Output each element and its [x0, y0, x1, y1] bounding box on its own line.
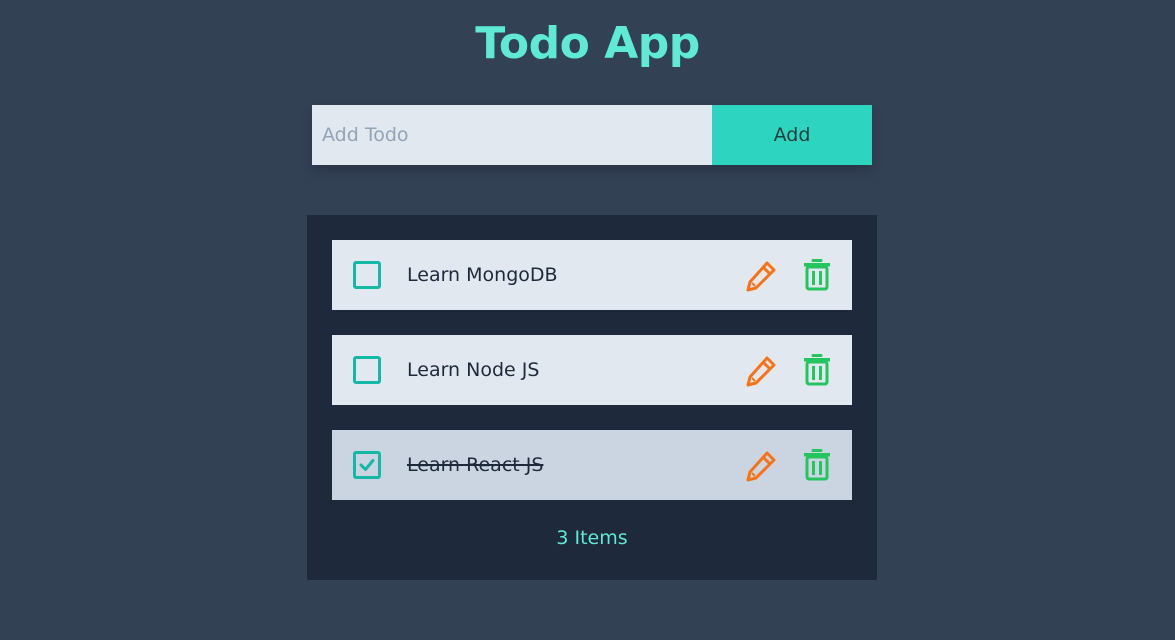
add-todo-input[interactable] [312, 105, 712, 165]
trash-icon[interactable] [803, 449, 831, 481]
checkbox-icon[interactable] [353, 261, 381, 289]
add-button[interactable]: Add [712, 105, 872, 165]
pencil-icon[interactable] [744, 449, 778, 483]
checkbox-icon[interactable] [353, 451, 381, 479]
todo-text: Learn Node JS [407, 359, 540, 381]
todo-item: Learn Node JS [332, 335, 852, 405]
pencil-icon[interactable] [744, 354, 778, 388]
todo-item: Learn React JS [332, 430, 852, 500]
checkbox-icon[interactable] [353, 356, 381, 384]
todo-item: Learn MongoDB [332, 240, 852, 310]
todo-panel: Learn MongoDB Learn Node JS Learn React … [307, 215, 877, 580]
trash-icon[interactable] [803, 354, 831, 386]
todo-text: Learn React JS [407, 454, 544, 476]
todo-app: Todo App Add Learn MongoDB [0, 0, 1175, 640]
add-todo-form: Add [312, 105, 872, 165]
trash-icon[interactable] [803, 259, 831, 291]
check-icon [359, 459, 375, 471]
pencil-icon[interactable] [744, 259, 778, 293]
page-title: Todo App [475, 18, 700, 69]
items-count: 3 Items [556, 527, 628, 549]
todo-text: Learn MongoDB [407, 264, 558, 286]
